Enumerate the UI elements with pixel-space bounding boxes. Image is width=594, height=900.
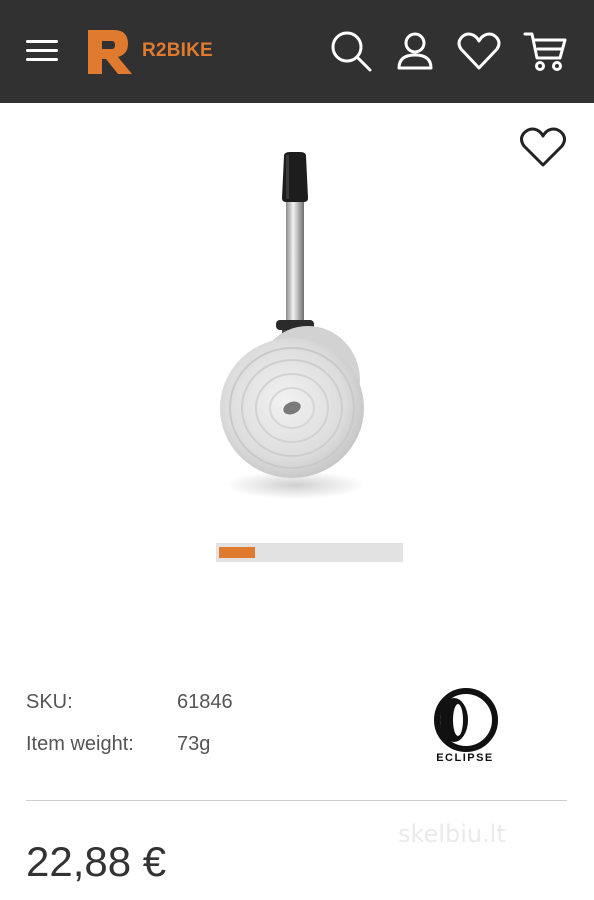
- watermark: skelbiu.lt: [398, 820, 506, 848]
- logo-text: R2BIKE: [142, 40, 213, 61]
- cart-icon[interactable]: [522, 28, 568, 74]
- heart-icon[interactable]: [456, 28, 502, 74]
- item-weight-label: Item weight:: [26, 733, 134, 755]
- search-icon[interactable]: [328, 28, 374, 74]
- site-logo[interactable]: R2BIKE: [84, 24, 213, 78]
- menu-icon[interactable]: [24, 38, 60, 64]
- carousel-position-indicator[interactable]: [219, 547, 255, 558]
- divider: [26, 800, 567, 801]
- product-image[interactable]: [200, 140, 400, 520]
- brand-logo[interactable]: ECLIPSE: [420, 686, 510, 768]
- image-carousel-scrollbar[interactable]: [216, 543, 403, 562]
- product-price: 22,88 €: [26, 838, 167, 885]
- header-bar: R2BIKE: [0, 0, 594, 103]
- sku-label: SKU:: [26, 691, 73, 713]
- user-icon[interactable]: [392, 28, 438, 74]
- wishlist-heart-icon[interactable]: [516, 124, 570, 170]
- brand-name: ECLIPSE: [436, 752, 494, 764]
- item-weight-value: 73g: [177, 733, 211, 755]
- logo-mark-icon: [88, 30, 132, 74]
- sku-value: 61846: [177, 691, 233, 713]
